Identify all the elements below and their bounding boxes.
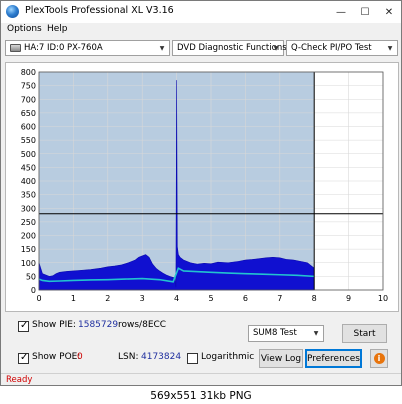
image-caption: 569x551 31kb PNG bbox=[150, 389, 252, 402]
lsn-value: 4173824 bbox=[141, 352, 182, 362]
info-button[interactable]: i bbox=[370, 349, 388, 368]
preferences-button[interactable]: Preferences bbox=[305, 349, 362, 368]
chevron-down-icon: ▼ bbox=[159, 44, 165, 52]
optical-drive-icon bbox=[10, 44, 21, 52]
poe-value: 0 bbox=[77, 352, 83, 362]
plextools-app-icon bbox=[6, 5, 19, 18]
pie-value: 1585729 bbox=[78, 320, 119, 330]
y-tick-label: 800 bbox=[21, 68, 36, 77]
x-tick-label: 6 bbox=[243, 294, 248, 303]
chevron-down-icon: ▼ bbox=[273, 44, 279, 52]
pie-unit-label: rows/8ECC bbox=[118, 320, 167, 330]
y-tick-label: 650 bbox=[21, 109, 36, 118]
view-log-button[interactable]: View Log bbox=[259, 349, 303, 368]
x-tick-label: 2 bbox=[105, 294, 110, 303]
menu-help[interactable]: Help bbox=[47, 24, 68, 34]
pi-po-chart-panel: 800 750 700 650 600 550 500 450 400 350 300 250 200 1… bbox=[5, 62, 399, 312]
y-tick-label: 50 bbox=[26, 272, 36, 281]
function-select[interactable]: DVD Diagnostic Functions ▼ bbox=[172, 40, 287, 56]
menu-bar: Options Help bbox=[1, 23, 401, 37]
x-tick-label: 4 bbox=[174, 294, 179, 303]
y-tick-label: 500 bbox=[21, 150, 36, 159]
y-tick-label: 350 bbox=[21, 191, 36, 200]
y-axis-tick-labels: 8007507006506005505004504003503002502001… bbox=[21, 68, 36, 295]
logarithmic-label: Logarithmic bbox=[201, 352, 255, 362]
x-tick-label: 3 bbox=[140, 294, 145, 303]
x-tick-label: 7 bbox=[277, 294, 282, 303]
minimize-button[interactable]: — bbox=[329, 1, 353, 23]
test-select-value: Q-Check PI/PO Test bbox=[291, 43, 372, 53]
x-tick-label: 5 bbox=[208, 294, 213, 303]
logarithmic-checkbox[interactable] bbox=[187, 353, 198, 364]
x-axis-tick-labels: 0 1 2 3 4 5 6 7 8 9 10 bbox=[36, 294, 388, 303]
maximize-button[interactable]: ☐ bbox=[353, 1, 377, 23]
info-icon: i bbox=[373, 353, 385, 364]
pi-po-chart: 8007507006506005505004504003503002502001… bbox=[21, 68, 388, 303]
y-tick-label: 300 bbox=[21, 204, 36, 213]
x-tick-label: 1 bbox=[71, 294, 76, 303]
status-text: Ready bbox=[6, 375, 33, 385]
show-poe-label: Show POE: bbox=[32, 352, 81, 362]
show-pie-checkbox[interactable] bbox=[18, 320, 29, 332]
y-tick-label: 750 bbox=[21, 82, 36, 91]
start-button[interactable]: Start bbox=[342, 324, 387, 343]
y-tick-label: 600 bbox=[21, 123, 36, 132]
y-tick-label: 100 bbox=[21, 259, 36, 268]
y-tick-label: 450 bbox=[21, 163, 36, 172]
toolbar: HA:7 ID:0 PX-760A ▼ DVD Diagnostic Funct… bbox=[1, 38, 401, 59]
y-tick-label: 400 bbox=[21, 177, 36, 186]
test-select[interactable]: Q-Check PI/PO Test ▼ bbox=[286, 40, 398, 56]
plextools-window: PlexTools Professional XL V3.16 — ☐ ✕ Op… bbox=[0, 0, 402, 386]
y-tick-label: 150 bbox=[21, 245, 36, 254]
menu-options[interactable]: Options bbox=[7, 24, 42, 34]
y-tick-label: 200 bbox=[21, 232, 36, 241]
lsn-label: LSN: bbox=[118, 352, 139, 362]
x-tick-label: 10 bbox=[378, 294, 388, 303]
status-bar: Ready bbox=[1, 373, 401, 385]
close-button[interactable]: ✕ bbox=[377, 1, 401, 23]
y-tick-label: 550 bbox=[21, 136, 36, 145]
y-tick-label: 700 bbox=[21, 95, 36, 104]
x-tick-label: 8 bbox=[312, 294, 317, 303]
chevron-down-icon: ▼ bbox=[387, 44, 393, 52]
sum-test-select-value: SUM8 Test bbox=[253, 328, 297, 338]
y-tick-label: 250 bbox=[21, 218, 36, 227]
drive-select-value: HA:7 ID:0 PX-760A bbox=[24, 43, 103, 53]
y-tick-label: 0 bbox=[31, 286, 36, 295]
show-pie-label: Show PIE: bbox=[32, 320, 76, 330]
show-poe-checkbox[interactable] bbox=[18, 352, 29, 364]
sum-test-select[interactable]: SUM8 Test ▼ bbox=[248, 325, 324, 342]
x-tick-label: 9 bbox=[346, 294, 351, 303]
title-bar: PlexTools Professional XL V3.16 — ☐ ✕ bbox=[1, 1, 401, 23]
drive-select[interactable]: HA:7 ID:0 PX-760A ▼ bbox=[5, 40, 170, 56]
window-title: PlexTools Professional XL V3.16 bbox=[25, 5, 174, 16]
x-tick-label: 0 bbox=[36, 294, 41, 303]
chevron-down-icon: ▼ bbox=[313, 329, 319, 337]
